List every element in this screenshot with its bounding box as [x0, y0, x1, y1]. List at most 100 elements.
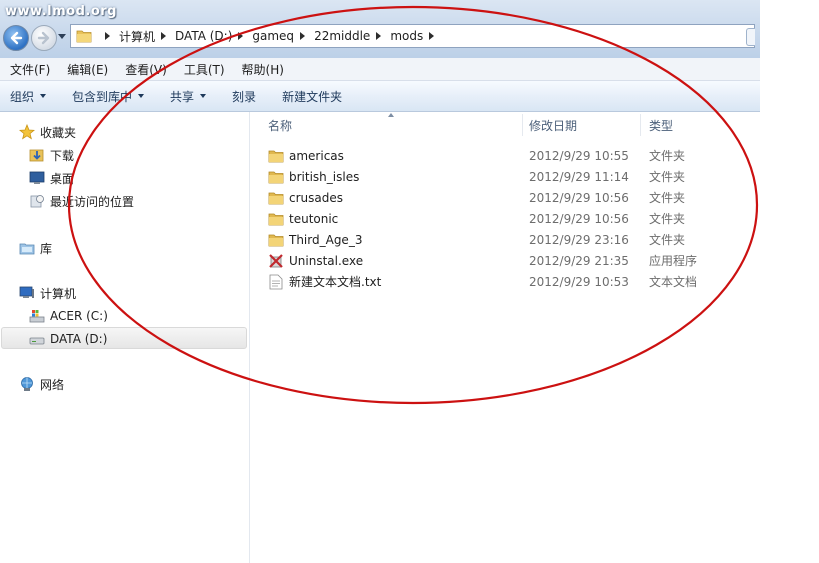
- nav-label: 库: [40, 241, 53, 256]
- folder-icon: [268, 169, 284, 185]
- network-icon: [18, 375, 36, 393]
- file-row[interactable]: crusades 2012/9/29 10:56 文件夹: [250, 187, 760, 208]
- file-name-cell: americas: [268, 145, 344, 166]
- nav-label: ACER (C:): [50, 309, 108, 323]
- file-name-cell: crusades: [268, 187, 343, 208]
- chevron-down-icon: [40, 94, 47, 98]
- chevron-right-icon[interactable]: [300, 32, 306, 40]
- file-modified-date: 2012/9/29 23:16: [529, 232, 629, 247]
- uninstaller-icon: [268, 253, 284, 269]
- file-row[interactable]: americas 2012/9/29 10:55 文件夹: [250, 145, 760, 166]
- file-name-cell: 新建文本文档.txt: [268, 271, 381, 292]
- file-name: Third_Age_3: [289, 232, 363, 247]
- column-header-label: 名称: [268, 118, 293, 133]
- menu-file[interactable]: 文件(F): [0, 61, 57, 78]
- file-row[interactable]: Third_Age_3 2012/9/29 23:16 文件夹: [250, 229, 760, 250]
- nav-libraries[interactable]: 库: [18, 238, 52, 258]
- desktop-icon: [28, 169, 46, 187]
- file-modified-date: 2012/9/29 11:14: [529, 169, 629, 184]
- nav-network[interactable]: 网络: [18, 374, 64, 394]
- breadcrumb-label: mods: [390, 29, 424, 43]
- file-type: 文件夹: [649, 191, 686, 205]
- share-button[interactable]: 共享: [160, 88, 214, 105]
- file-modified-date: 2012/9/29 10:56: [529, 190, 629, 205]
- file-name: americas: [289, 148, 344, 163]
- arrow-right-icon: [37, 31, 50, 45]
- chevron-right-icon[interactable]: [429, 32, 435, 40]
- breadcrumb-label: DATA (D:): [175, 29, 233, 43]
- hard-drive-icon: [28, 330, 46, 348]
- address-bar[interactable]: 计算机 DATA (D:) gameq 22middle mods: [70, 24, 755, 48]
- breadcrumb-item[interactable]: DATA (D:): [175, 29, 252, 43]
- nav-label: 最近访问的位置: [50, 194, 135, 209]
- file-name-cell: Uninstal.exe: [268, 250, 363, 271]
- file-type: 应用程序: [649, 254, 698, 268]
- breadcrumb-item[interactable]: mods: [390, 29, 443, 43]
- column-header-date[interactable]: 修改日期: [529, 112, 639, 138]
- breadcrumb-item[interactable]: 计算机: [119, 28, 175, 45]
- file-modified-date: 2012/9/29 10:55: [529, 148, 629, 163]
- computer-icon: [18, 284, 36, 302]
- menu-edit[interactable]: 编辑(E): [57, 61, 115, 78]
- nav-favorites[interactable]: 收藏夹: [18, 122, 76, 142]
- chevron-right-icon[interactable]: [105, 32, 110, 40]
- recent-pages-dropdown[interactable]: [58, 34, 66, 39]
- downloads-folder-icon: [28, 146, 46, 164]
- breadcrumb-item[interactable]: gameq: [252, 29, 314, 43]
- column-divider[interactable]: [640, 114, 641, 136]
- chevron-right-icon[interactable]: [376, 32, 382, 40]
- file-row[interactable]: Uninstal.exe 2012/9/29 21:35 应用程序: [250, 250, 760, 271]
- burn-label: 刻录: [232, 89, 257, 104]
- nav-label: DATA (D:): [50, 332, 108, 346]
- file-name-cell: teutonic: [268, 208, 338, 229]
- back-button[interactable]: [3, 25, 29, 51]
- nav-downloads[interactable]: 下载: [28, 145, 74, 165]
- breadcrumb-label: 计算机: [119, 29, 156, 44]
- column-header-name[interactable]: 名称: [268, 112, 523, 138]
- file-name-cell: british_isles: [268, 166, 359, 187]
- folder-icon: [268, 190, 284, 206]
- command-bar: 组织 包含到库中 共享 刻录 新建文件夹: [0, 81, 760, 112]
- menu-view[interactable]: 查看(V): [115, 61, 174, 78]
- forward-button[interactable]: [31, 25, 57, 51]
- column-header-type[interactable]: 类型: [649, 112, 749, 138]
- breadcrumb-label: 22middle: [314, 29, 371, 43]
- include-in-library-button[interactable]: 包含到库中: [62, 88, 152, 105]
- file-type: 文本文档: [649, 275, 698, 289]
- explorer-window: www.lmod.org 计算机 DATA (D:) gameq 22middl…: [0, 0, 760, 563]
- menu-tools[interactable]: 工具(T): [174, 61, 232, 78]
- folder-icon: [268, 148, 284, 164]
- nav-drive-c[interactable]: ACER (C:): [28, 306, 108, 326]
- file-name-cell: Third_Age_3: [268, 229, 362, 250]
- sort-ascending-icon: [388, 113, 394, 117]
- nav-computer[interactable]: 计算机: [18, 283, 76, 303]
- file-list: 名称 修改日期 类型 americas 2012/9/29 10:55 文件夹 …: [250, 112, 760, 563]
- menu-bar: 文件(F) 编辑(E) 查看(V) 工具(T) 帮助(H): [0, 58, 760, 81]
- nav-recent-places[interactable]: 最近访问的位置: [28, 191, 134, 211]
- new-folder-button[interactable]: 新建文件夹: [272, 88, 350, 105]
- file-name: 新建文本文档.txt: [289, 275, 382, 289]
- breadcrumb: 计算机 DATA (D:) gameq 22middle mods: [99, 25, 443, 47]
- nav-desktop[interactable]: 桌面: [28, 168, 74, 188]
- file-name: Uninstal.exe: [289, 253, 364, 268]
- organize-button[interactable]: 组织: [0, 88, 54, 105]
- nav-label: 网络: [40, 377, 65, 392]
- nav-label: 计算机: [40, 286, 77, 301]
- breadcrumb-item[interactable]: 22middle: [314, 29, 390, 43]
- address-bar-refresh[interactable]: [746, 28, 755, 46]
- folder-icon: [268, 211, 284, 227]
- nav-drive-d[interactable]: DATA (D:): [28, 329, 107, 349]
- file-row[interactable]: teutonic 2012/9/29 10:56 文件夹: [250, 208, 760, 229]
- column-header-label: 类型: [649, 118, 674, 133]
- arrow-left-icon: [10, 31, 23, 45]
- chevron-right-icon[interactable]: [238, 32, 244, 40]
- breadcrumb-root[interactable]: [99, 32, 119, 40]
- menu-help[interactable]: 帮助(H): [232, 61, 291, 78]
- file-row[interactable]: british_isles 2012/9/29 11:14 文件夹: [250, 166, 760, 187]
- chevron-down-icon: [200, 94, 207, 98]
- column-divider[interactable]: [522, 114, 523, 136]
- include-in-library-label: 包含到库中: [72, 89, 133, 104]
- file-row[interactable]: 新建文本文档.txt 2012/9/29 10:53 文本文档: [250, 271, 760, 292]
- chevron-right-icon[interactable]: [161, 32, 167, 40]
- burn-button[interactable]: 刻录: [222, 88, 264, 105]
